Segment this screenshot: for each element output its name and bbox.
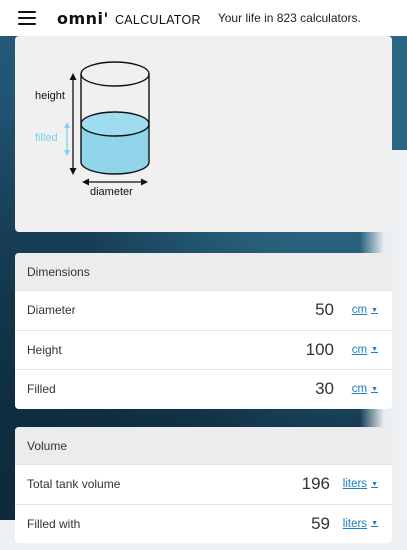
cylinder-tank-diagram: height filled diameter (35, 61, 150, 198)
filled-volume-unit-select[interactable]: liters ▼ (343, 518, 378, 530)
filled-label: Filled (27, 382, 56, 397)
diameter-label: Diameter (27, 303, 76, 318)
filled-arrow-up (64, 122, 70, 128)
chevron-down-icon: ▼ (371, 480, 378, 488)
diameter-arrow-left (82, 178, 89, 186)
height-arrow-down (69, 168, 77, 175)
volume-title: Volume (15, 427, 392, 464)
total-volume-row: Total tank volume 196 liters ▼ (15, 464, 392, 504)
top-bar: omni' CALCULATOR Your life in 823 calcul… (0, 0, 407, 36)
total-volume-unit-select[interactable]: liters ▼ (343, 478, 378, 490)
height-arrow-up (69, 73, 77, 80)
height-label: Height (27, 342, 62, 357)
filled-label: filled (35, 132, 58, 144)
chevron-down-icon: ▼ (371, 385, 378, 393)
filled-volume-row: Filled with 59 liters ▼ (15, 503, 392, 543)
total-volume-label: Total tank volume (27, 477, 121, 492)
total-volume-input[interactable]: 196 (302, 474, 330, 494)
chevron-down-icon: ▼ (371, 306, 378, 314)
diameter-arrow-right (141, 178, 148, 186)
water-surface (80, 111, 150, 137)
logo-omni: omni' (57, 8, 109, 28)
diameter-row: Diameter 50 cm ▼ (15, 290, 392, 330)
filled-unit-select[interactable]: cm ▼ (352, 383, 378, 395)
tagline: Your life in 823 calculators. (217, 11, 361, 25)
dimensions-section: Dimensions Diameter 50 cm ▼ Height 100 cm… (15, 253, 392, 409)
filled-volume-label: Filled with (27, 516, 81, 531)
logo-calculator: CALCULATOR (114, 12, 201, 27)
height-input[interactable]: 100 (306, 340, 334, 360)
cylinder-top (80, 61, 150, 87)
filled-input[interactable]: 30 (315, 379, 334, 399)
filled-row: Filled 30 cm ▼ (15, 369, 392, 409)
chevron-down-icon: ▼ (371, 520, 378, 528)
filled-arrow-down (64, 150, 70, 156)
height-row: Height 100 cm ▼ (15, 329, 392, 369)
height-label: height (35, 90, 65, 102)
filled-volume-input[interactable]: 59 (311, 514, 330, 534)
dimensions-title: Dimensions (15, 253, 392, 290)
tank-diagram-card: height filled diameter (15, 36, 392, 232)
omni-logo[interactable]: omni' CALCULATOR (57, 9, 201, 28)
diameter-unit-select[interactable]: cm ▼ (352, 304, 378, 316)
chevron-down-icon: ▼ (371, 346, 378, 354)
height-unit-select[interactable]: cm ▼ (352, 344, 378, 356)
menu-icon[interactable] (18, 11, 36, 25)
diameter-input[interactable]: 50 (315, 300, 334, 320)
diameter-label: diameter (90, 186, 133, 198)
volume-section: Volume Total tank volume 196 liters ▼ Fil… (15, 427, 392, 543)
